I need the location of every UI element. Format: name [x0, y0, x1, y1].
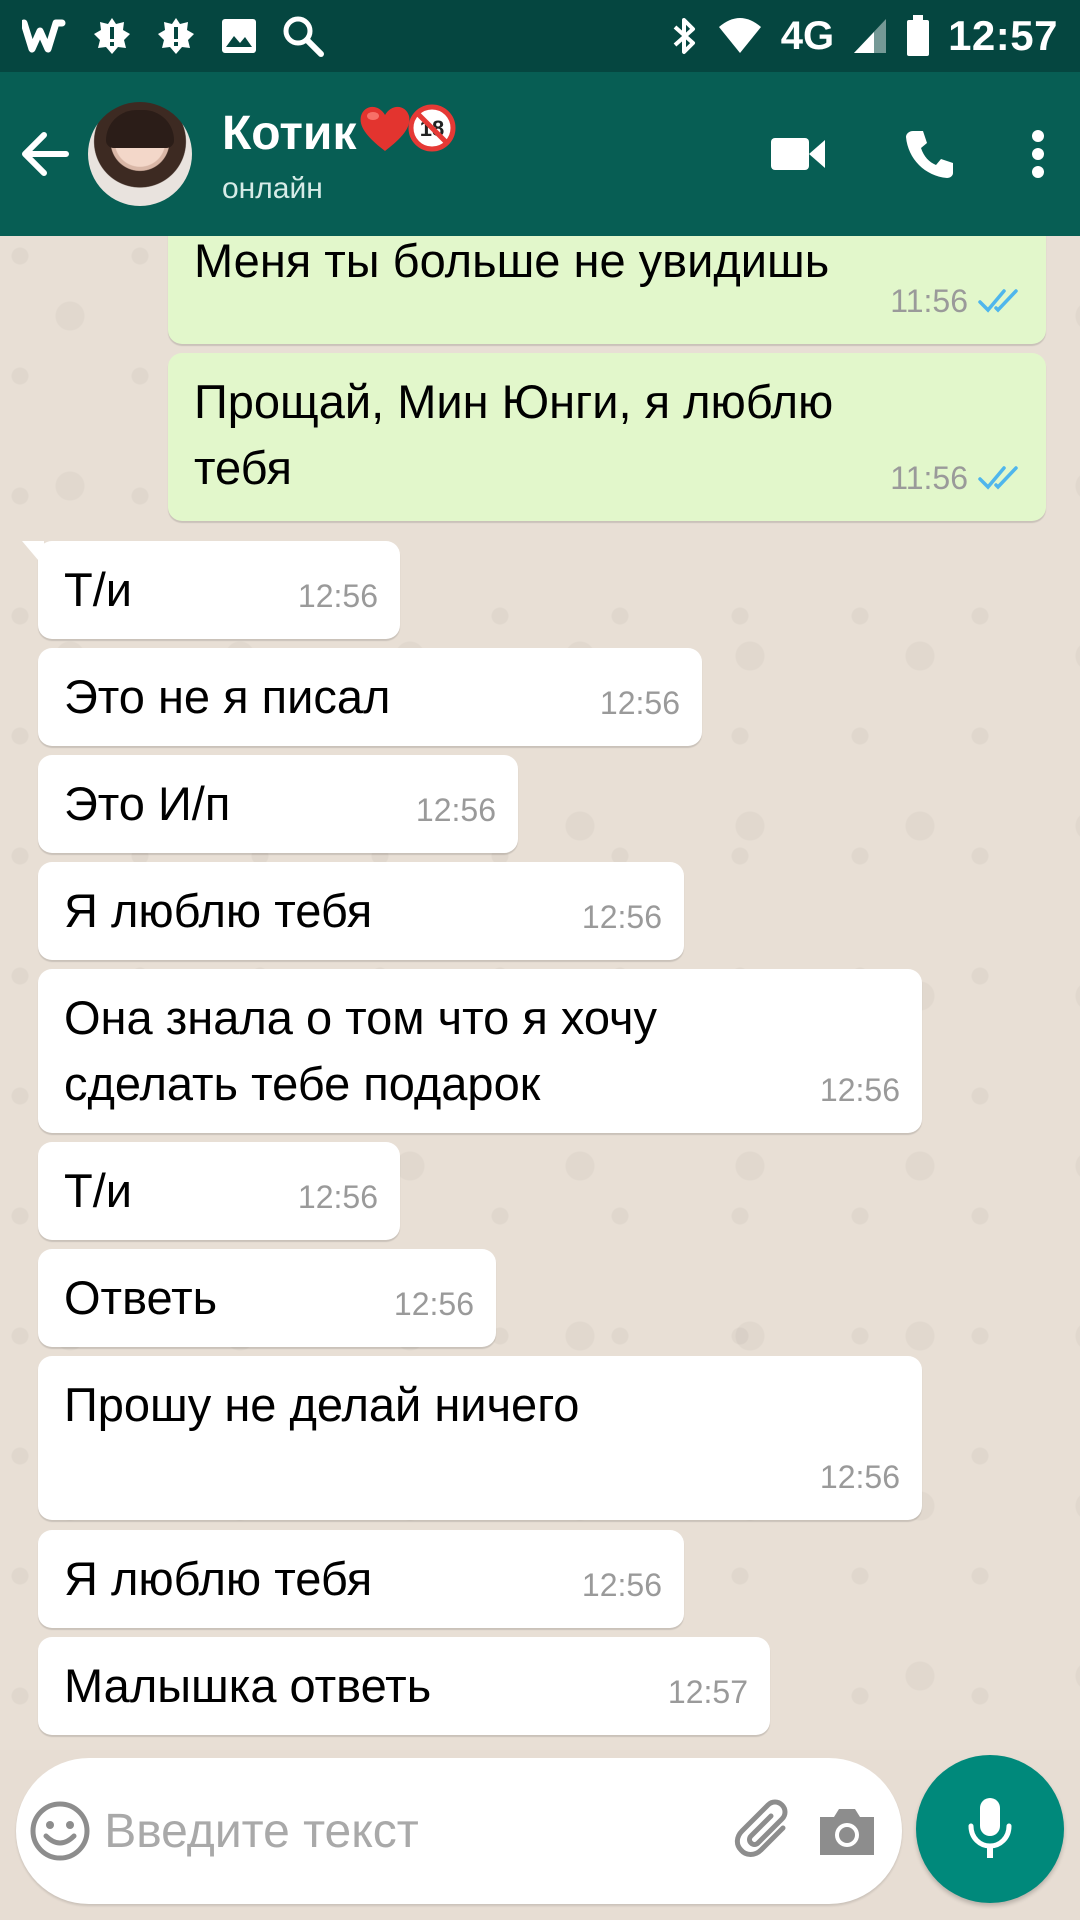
message-time: 12:56 — [297, 1179, 378, 1215]
video-call-icon — [771, 138, 825, 170]
battery-icon — [906, 15, 930, 57]
message-time: 12:56 — [819, 1459, 900, 1495]
signal-icon — [852, 17, 888, 55]
message-bubble-incoming[interactable]: Это И/п 12:56 — [38, 755, 518, 853]
no-under-18-icon: 18 — [408, 104, 456, 165]
message-bubble-incoming[interactable]: Я люблю тебя 12:56 — [38, 862, 684, 960]
message-bubble-incoming[interactable]: Я люблю тебя 12:56 — [38, 1530, 684, 1628]
chat-header: Котик 18 онлайн — [0, 72, 1080, 236]
message-list[interactable]: Меня ты больше не увидишь 11:56 Прощай, … — [0, 236, 1080, 1750]
microphone-icon — [968, 1798, 1012, 1858]
message-time: 12:56 — [599, 685, 680, 721]
image-icon — [220, 17, 258, 55]
message-text: Она знала о том что я хочу сделать тебе … — [64, 991, 657, 1110]
message-input[interactable] — [104, 1803, 726, 1859]
contact-name-text: Котик — [222, 107, 357, 160]
clock: 12:57 — [948, 12, 1058, 59]
wifi-icon — [717, 17, 763, 55]
message-text: Прошу не делай ничего — [64, 1378, 580, 1431]
bluetooth-icon — [671, 15, 699, 57]
status-bar: 4G 12:57 — [0, 0, 1080, 72]
message-bubble-incoming[interactable]: Т/и 12:56 — [22, 541, 400, 639]
arrow-back-icon — [22, 132, 69, 176]
contact-status: онлайн — [222, 171, 323, 205]
message-bubble-incoming[interactable]: Прошу не делай ничего 12:56 — [38, 1356, 922, 1520]
message-bubble-outgoing[interactable]: Прощай, Мин Юнги, я люблю тебя 11:56 — [168, 353, 1046, 521]
message-time: 11:56 — [890, 283, 968, 319]
chat-screen: 4G 12:57 Котик 18 онл — [0, 0, 1080, 1920]
more-vert-icon — [1032, 130, 1044, 178]
camera-icon — [820, 1809, 875, 1855]
message-bubble-outgoing[interactable]: Меня ты больше не увидишь 11:56 — [168, 236, 1046, 344]
contact-info[interactable]: Котик 18 онлайн — [222, 103, 456, 206]
message-time: 11:56 — [890, 460, 968, 496]
phone-icon — [906, 131, 953, 178]
back-button[interactable] — [0, 72, 90, 236]
emoji-icon — [30, 1801, 90, 1861]
attach-button[interactable] — [725, 1758, 806, 1904]
message-time: 12:57 — [667, 1674, 748, 1710]
message-bubble-incoming[interactable]: Малышка ответь 12:57 — [38, 1637, 770, 1735]
message-bubble-incoming[interactable]: Это не я писал 12:56 — [38, 648, 702, 746]
search-icon — [282, 15, 324, 57]
contact-name: Котик 18 — [222, 103, 456, 166]
message-text: Малышка ответь — [64, 1659, 432, 1712]
red-heart-icon — [358, 103, 412, 166]
message-composer — [16, 1758, 902, 1904]
more-options-button[interactable] — [996, 72, 1080, 236]
voice-call-button[interactable] — [864, 72, 996, 236]
message-time: 12:56 — [581, 899, 662, 935]
message-time: 12:56 — [819, 1072, 900, 1108]
wattpad-icon — [22, 19, 68, 53]
emoji-button[interactable] — [16, 1758, 104, 1904]
message-time: 12:56 — [581, 1567, 662, 1603]
message-bubble-incoming[interactable]: Она знала о том что я хочу сделать тебе … — [38, 969, 922, 1133]
message-time: 12:56 — [415, 792, 496, 828]
avatar[interactable] — [88, 102, 192, 206]
message-bubble-incoming[interactable]: Ответь 12:56 — [38, 1249, 496, 1347]
network-type: 4G — [780, 13, 835, 58]
camera-button[interactable] — [807, 1758, 888, 1904]
read-ticks-icon — [978, 289, 1018, 313]
alert-badge-icon — [92, 16, 132, 56]
video-call-button[interactable] — [732, 72, 864, 236]
voice-message-button[interactable] — [916, 1755, 1064, 1903]
message-time: 12:56 — [297, 578, 378, 614]
read-ticks-icon — [978, 466, 1018, 490]
alert-badge-icon — [156, 16, 196, 56]
paperclip-icon — [734, 1799, 788, 1857]
message-bubble-incoming[interactable]: Т/и 12:56 — [38, 1142, 400, 1240]
message-time: 12:56 — [393, 1286, 474, 1322]
